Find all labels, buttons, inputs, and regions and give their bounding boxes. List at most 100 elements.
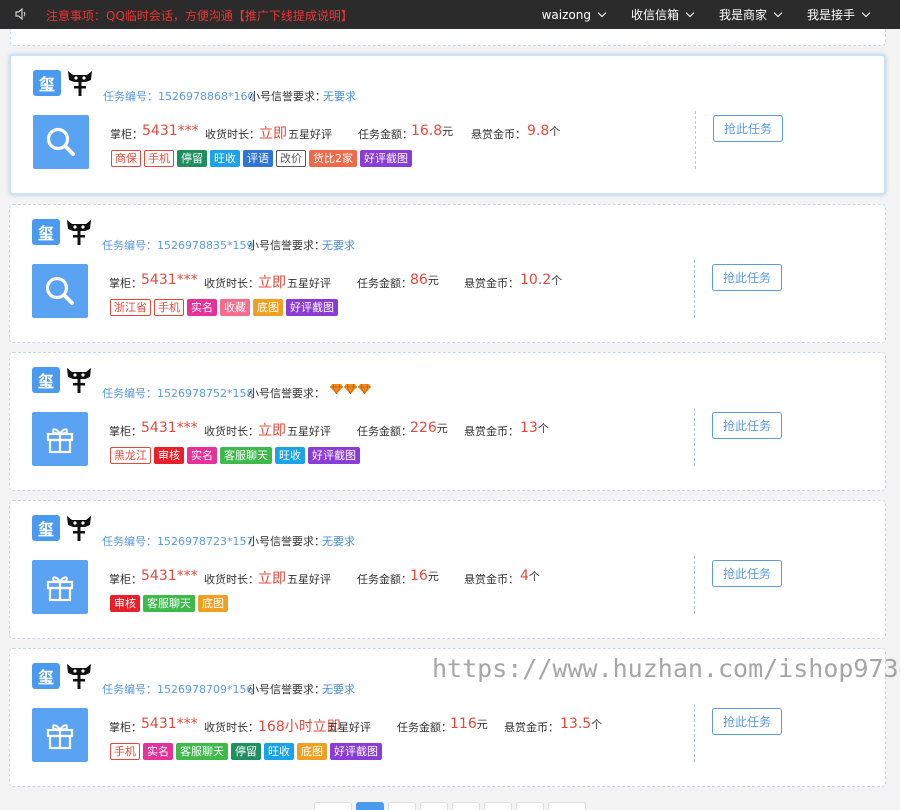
task-card: 玺任务编号：1526978835*159 小号信誉要求： 无要求 掌柜： 5431***…: [9, 204, 886, 343]
pagination: [314, 802, 586, 810]
page-button[interactable]: [484, 802, 512, 810]
platform-logo: 玺: [32, 367, 60, 393]
grab-task-button[interactable]: 抢此任务: [712, 264, 782, 291]
page-button[interactable]: [420, 802, 448, 810]
tmall-icon: [67, 68, 93, 98]
task-tag: 改价: [276, 150, 306, 167]
review-value: 五星好评: [287, 425, 331, 438]
menu-inbox-label: 收信信箱: [630, 8, 679, 22]
vertical-divider: [695, 111, 696, 169]
tmall-icon: [66, 217, 92, 247]
watermark-text: https://www.huzhan.com/ishop9734: [432, 654, 900, 683]
menu-taker[interactable]: 我是接手: [794, 0, 882, 29]
page-button[interactable]: [452, 802, 480, 810]
task-number: 任务编号：1526978709*156: [102, 683, 254, 696]
grab-task-button[interactable]: 抢此任务: [712, 560, 782, 587]
task-tag: 底图: [253, 299, 283, 316]
task-card: 玺任务编号：1526978723*157 小号信誉要求： 无要求 掌柜： 5431***…: [9, 500, 886, 639]
credit-diamonds: [330, 383, 371, 394]
shopkeeper-label: 掌柜：: [109, 721, 142, 734]
diamond-icon: [358, 383, 371, 394]
task-tag: 好评截图: [330, 743, 382, 760]
reward-value: 9.8: [527, 123, 550, 139]
grab-task-button[interactable]: 抢此任务: [713, 115, 783, 142]
delivery-label: 收货时长：: [204, 277, 259, 290]
reward-unit: 个: [528, 570, 540, 583]
task-tag: 底图: [297, 743, 327, 760]
credit-value: 无要求: [323, 90, 356, 103]
page-button[interactable]: [516, 802, 544, 810]
shopkeeper-label: 掌柜：: [109, 573, 142, 586]
task-tag: 停留: [177, 150, 207, 167]
speaker-icon[interactable]: [14, 7, 28, 21]
platform-logo: 玺: [33, 70, 61, 96]
delivery-value: 立即: [259, 126, 287, 142]
menu-user[interactable]: waizong: [529, 0, 618, 29]
vertical-divider: [694, 408, 695, 466]
shopkeeper-value: 5431***: [142, 123, 199, 139]
platform-logo: 玺: [32, 219, 60, 245]
delivery-label: 收货时长：: [205, 128, 260, 141]
amount-value: 16: [410, 568, 428, 584]
delivery-label: 收货时长：: [204, 425, 259, 438]
credit-label: 小号信誉要求：: [248, 683, 325, 696]
credit-label: 小号信誉要求：: [248, 535, 325, 548]
credit-label: 小号信誉要求：: [248, 387, 325, 400]
menu-inbox[interactable]: 收信信箱: [618, 0, 706, 29]
task-tag: 好评截图: [286, 299, 338, 316]
task-tag: 好评截图: [360, 150, 412, 167]
task-number: 任务编号：1526978723*157: [102, 535, 254, 548]
task-tag: 实名: [143, 743, 173, 760]
task-number: 任务编号：1526978752*158: [102, 387, 254, 400]
page-button-current[interactable]: [356, 802, 384, 810]
credit-label: 小号信誉要求：: [248, 239, 325, 252]
search-icon: [32, 264, 88, 318]
task-tag: 审核: [110, 595, 140, 612]
delivery-value: 立即: [258, 571, 286, 587]
delivery-label: 收货时长：: [204, 573, 259, 586]
search-icon: [33, 115, 89, 169]
grab-task-button[interactable]: 抢此任务: [712, 708, 782, 735]
amount-label: 任务金额：: [358, 128, 413, 141]
vertical-divider: [694, 704, 695, 762]
credit-value: 无要求: [322, 683, 355, 696]
top-menu: waizong 收信信箱 我是商家 我是接手: [529, 0, 882, 29]
reward-label: 悬赏金币：: [464, 573, 519, 586]
shopkeeper-label: 掌柜：: [109, 425, 142, 438]
page-prev-button[interactable]: [314, 802, 352, 810]
task-tags: 黑龙江 审核 实名 客服聊天 旺收 好评截图: [110, 447, 360, 464]
review-value: 五星好评: [287, 277, 331, 290]
grab-task-button[interactable]: 抢此任务: [712, 412, 782, 439]
amount-value: 86: [410, 272, 428, 288]
amount-unit: 元: [427, 570, 439, 583]
task-tag: 好评截图: [308, 447, 360, 464]
task-tag: 商保: [111, 150, 141, 167]
amount-unit: 元: [427, 274, 439, 287]
task-tag: 客服聊天: [220, 447, 272, 464]
task-tags: 商保 手机 停留 旺收 评语 改价 货比2家 好评截图: [111, 150, 412, 167]
gift-icon: [32, 560, 88, 614]
amount-unit: 元: [442, 125, 454, 138]
task-tag: 手机: [154, 299, 184, 316]
reward-label: 悬赏金币：: [464, 425, 519, 438]
gift-icon: [32, 708, 88, 762]
notice-text[interactable]: 注意事项：QQ临时会话，方便沟通【推广下线提成说明】: [46, 7, 353, 24]
task-tag: 停留: [231, 743, 261, 760]
menu-merchant[interactable]: 我是商家: [706, 0, 794, 29]
delivery-value: 立即: [258, 423, 286, 439]
shopkeeper-label: 掌柜：: [109, 277, 142, 290]
page-next-button[interactable]: [548, 802, 586, 810]
reward-label: 悬赏金币：: [471, 128, 526, 141]
tmall-icon: [66, 661, 92, 691]
menu-user-label: waizong: [541, 7, 591, 22]
page-button[interactable]: [388, 802, 416, 810]
task-tags: 审核 客服聊天 底图: [110, 595, 228, 612]
amount-label: 任务金额：: [397, 721, 452, 734]
amount-label: 任务金额：: [357, 277, 412, 290]
review-value: 五星好评: [288, 128, 332, 141]
reward-value: 4: [520, 568, 529, 584]
task-card: 玺任务编号：1526978868*160 小号信誉要求： 无要求 掌柜： 5431***…: [9, 54, 886, 195]
task-tag: 评语: [243, 150, 273, 167]
chevron-down-icon: [773, 8, 783, 18]
delivery-value: 立即: [258, 275, 286, 291]
